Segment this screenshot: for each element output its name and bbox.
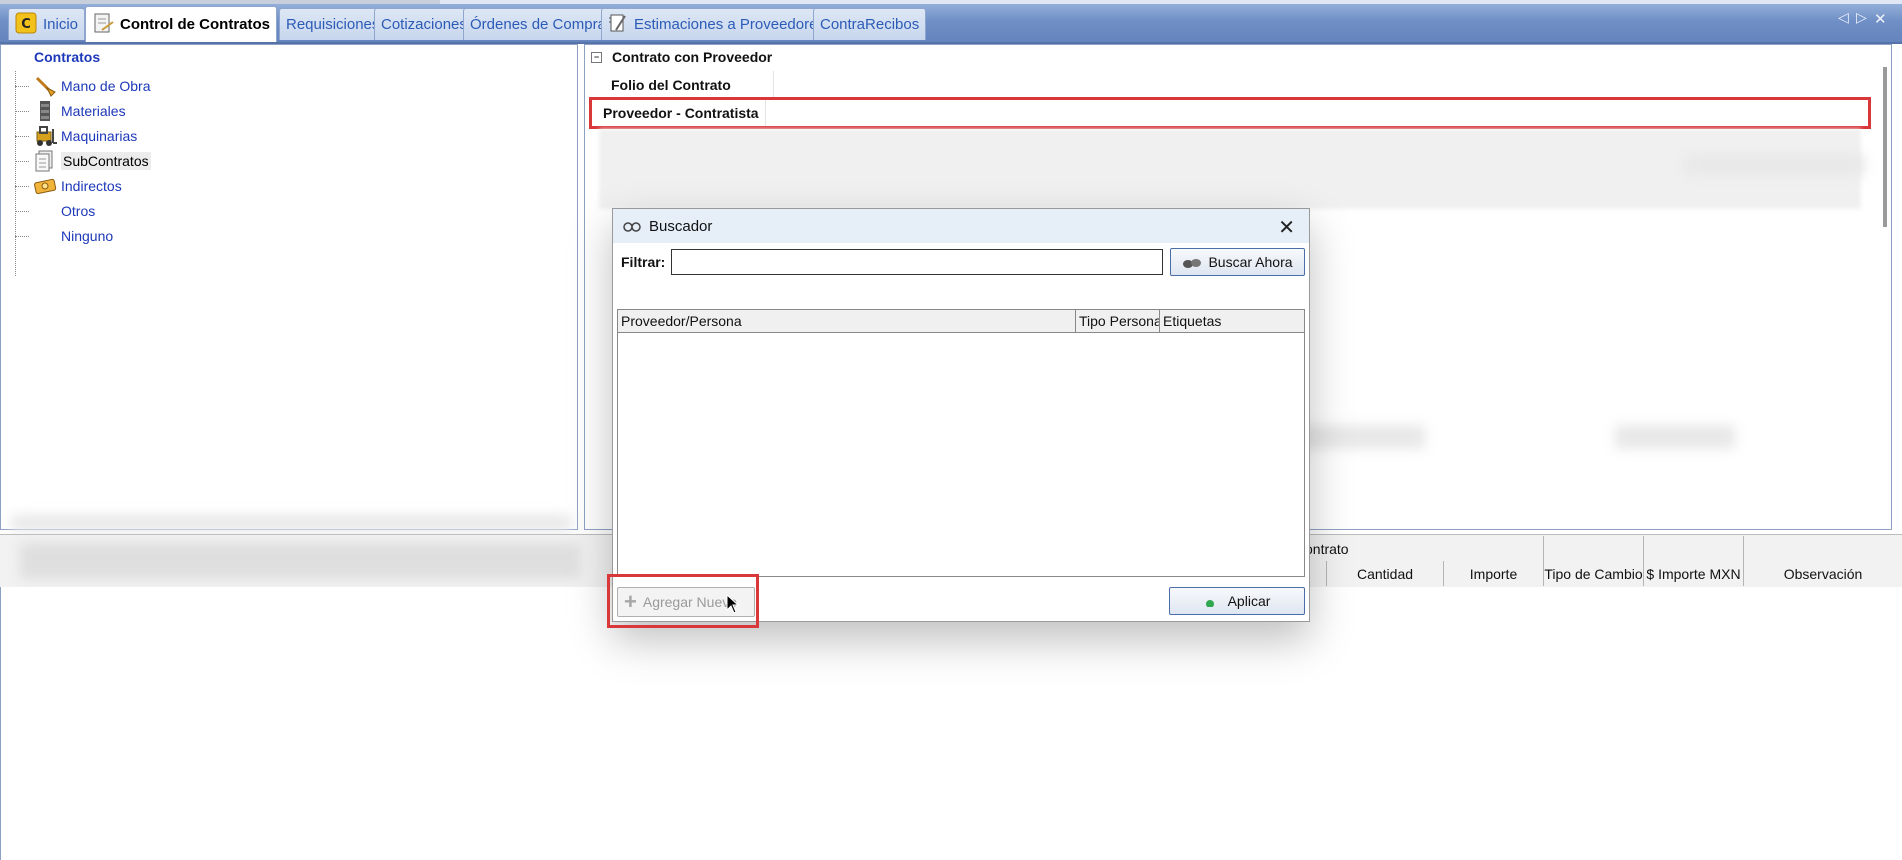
tab-ordenes-de-compra[interactable]: Órdenes de Compra <box>463 8 613 40</box>
tab-label: Inicio <box>43 16 79 33</box>
close-tab-icon[interactable]: ✕ <box>1874 10 1887 28</box>
scroll-left-icon[interactable]: ◁ <box>1838 10 1849 26</box>
tree-item-label: Ninguno <box>61 228 114 244</box>
tab-label: Órdenes de Compra <box>470 16 606 33</box>
tab-label: Control de Contratos <box>120 16 270 33</box>
buscador-dialog: Buscador ✕ Filtrar: Buscar Ahora Proveed… <box>612 208 1310 622</box>
tree-item-label: Mano de Obra <box>61 78 151 94</box>
tree-item-maquinarias[interactable]: Maquinarias <box>15 125 137 147</box>
tab-cotizaciones[interactable]: Cotizaciones <box>374 8 474 40</box>
tree-root-contratos[interactable]: Contratos <box>34 49 100 65</box>
document-stack-icon <box>33 150 57 172</box>
aplicar-button[interactable]: Aplicar <box>1169 587 1305 615</box>
tree-item-materiales[interactable]: Materiales <box>15 100 126 122</box>
tab-contrarecibos[interactable]: ContraRecibos <box>813 8 927 40</box>
tree-item-subcontratos[interactable]: SubContratos <box>15 150 151 172</box>
tree-item-label: Indirectos <box>61 178 122 194</box>
results-grid: Proveedor/Persona Tipo Persona Etiquetas <box>617 309 1305 577</box>
check-icon <box>1204 595 1220 607</box>
column-tipo-persona[interactable]: Tipo Persona <box>1076 310 1160 332</box>
tab-bar: C Inicio Control de Contratos Requisicio… <box>0 0 1902 44</box>
contracts-tree-panel: Contratos Mano de Obra Materiales Maquin… <box>0 44 578 531</box>
column-observacion[interactable]: Observación <box>1743 561 1902 586</box>
detail-grid-body <box>0 587 1902 860</box>
column-etiquetas[interactable]: Etiquetas <box>1160 310 1304 332</box>
tree-item-label: Otros <box>61 203 96 219</box>
blurred-rows <box>599 129 1861 209</box>
button-label: Buscar Ahora <box>1208 254 1293 270</box>
vertical-scrollbar[interactable] <box>1883 67 1887 227</box>
property-row-folio[interactable]: Folio del Contrato <box>599 71 1861 99</box>
notebook-pencil-icon <box>608 12 628 38</box>
tabbar-top-line <box>0 0 1902 4</box>
forklift-icon <box>33 126 57 146</box>
svg-text:C: C <box>21 17 31 32</box>
filter-label: Filtrar: <box>621 254 666 270</box>
column-tipo-de-cambio[interactable]: Tipo de Cambio <box>1543 561 1643 586</box>
property-row-proveedor-contratista[interactable]: Proveedor - Contratista <box>589 97 1871 129</box>
tab-label: Estimaciones a Proveedores <box>634 16 825 33</box>
tab-label: Cotizaciones <box>381 16 467 33</box>
section-contrato-con-proveedor[interactable]: − Contrato con Proveedor <box>591 49 772 65</box>
dialog-title: Buscador <box>649 217 713 235</box>
results-grid-header: Proveedor/Persona Tipo Persona Etiquetas <box>618 310 1304 333</box>
app-logo-icon: C <box>15 12 37 38</box>
shovel-icon <box>33 76 57 97</box>
scroll-right-icon[interactable]: ▷ <box>1856 10 1867 26</box>
group-header: ontrato <box>1300 536 1543 561</box>
tree-item-mano-de-obra[interactable]: Mano de Obra <box>15 75 151 97</box>
money-icon <box>33 176 57 196</box>
column-importe[interactable]: Importe <box>1443 561 1543 586</box>
contract-edit-icon <box>92 12 114 38</box>
buscar-ahora-button[interactable]: Buscar Ahora <box>1170 248 1305 276</box>
tab-inicio[interactable]: C Inicio <box>8 8 86 40</box>
button-label: Aplicar <box>1227 593 1271 609</box>
close-icon[interactable]: ✕ <box>1278 215 1295 240</box>
tree-item-label: Maquinarias <box>61 128 138 144</box>
property-label: Folio del Contrato <box>599 71 774 98</box>
column-proveedor-persona[interactable]: Proveedor/Persona <box>618 310 1076 332</box>
tab-requisiciones[interactable]: Requisiciones <box>279 8 387 40</box>
tree-item-otros[interactable]: Otros <box>15 200 95 222</box>
tab-label: ContraRecibos <box>820 16 920 33</box>
tab-label: Requisiciones <box>286 16 380 33</box>
dialog-title-bar[interactable]: Buscador ✕ <box>613 209 1309 243</box>
property-grid: Folio del Contrato Proveedor - Contratis… <box>589 71 1871 129</box>
collapse-icon[interactable]: − <box>591 51 602 63</box>
tree-item-label: SubContratos <box>61 152 151 170</box>
tree-item-ninguno[interactable]: Ninguno <box>15 225 113 247</box>
tree-item-indirectos[interactable]: Indirectos <box>15 175 122 197</box>
filter-input[interactable] <box>671 249 1164 275</box>
filter-row: Filtrar: <box>621 249 1164 275</box>
tree-item-label: Materiales <box>61 103 126 119</box>
property-label: Proveedor - Contratista <box>591 99 766 126</box>
tab-estimaciones-a-proveedores[interactable]: Estimaciones a Proveedores <box>601 8 832 40</box>
column-importe-mxn[interactable]: $ Importe MXN <box>1643 561 1743 586</box>
binoculars-icon <box>623 219 641 233</box>
section-title: Contrato con Proveedor <box>612 49 773 65</box>
tab-control-de-contratos[interactable]: Control de Contratos <box>85 6 277 42</box>
mouse-cursor-icon <box>726 593 740 618</box>
bricks-icon <box>33 101 57 121</box>
column-cantidad[interactable]: Cantidad <box>1326 561 1443 586</box>
binoculars-icon <box>1182 255 1202 269</box>
